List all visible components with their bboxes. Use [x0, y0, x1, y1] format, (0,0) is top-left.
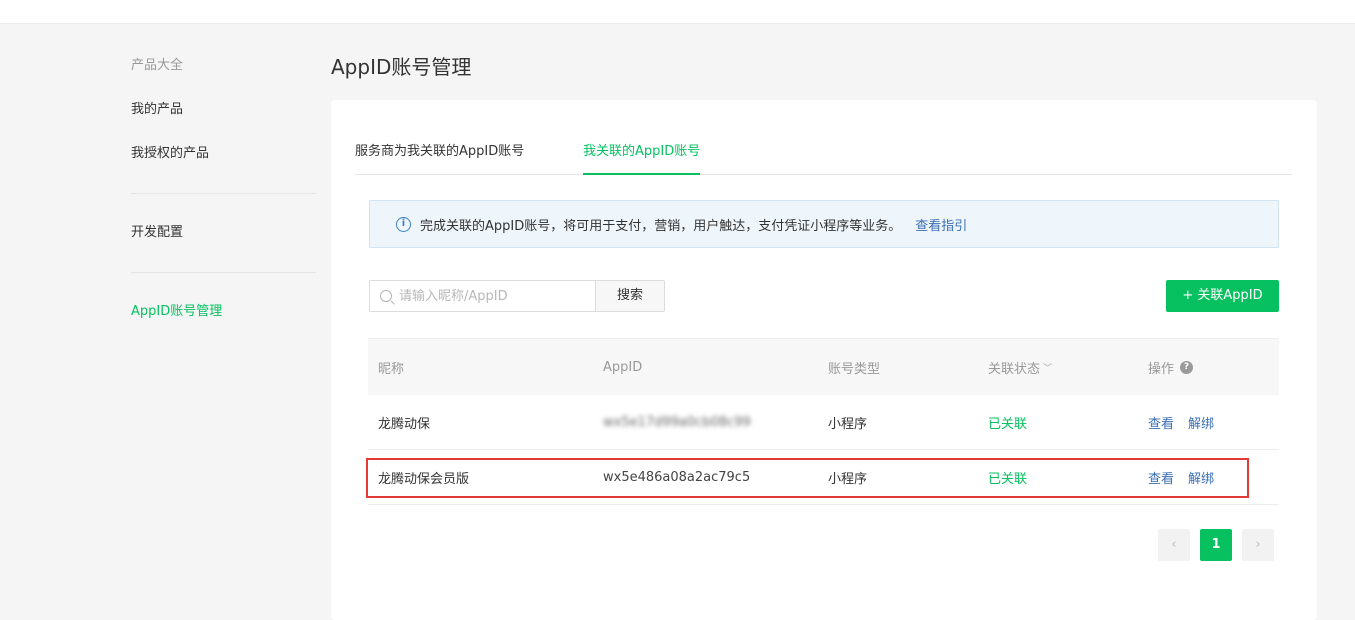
- row-appid-value: wx5e486a08a2ac79c5: [603, 469, 751, 485]
- header-status-sort[interactable]: 关联状态 ﹀: [988, 339, 1052, 395]
- notice-text: 完成关联的AppID账号，将可用于支付，营销，用户触达，支付凭证小程序等业务。: [420, 218, 902, 234]
- row-nickname: 龙腾动保: [378, 416, 431, 432]
- search-box: [369, 280, 596, 312]
- help-icon[interactable]: ?: [1180, 360, 1194, 374]
- header-status: 关联状态: [988, 361, 1041, 377]
- info-icon: i: [396, 216, 411, 232]
- search-button[interactable]: 搜索: [595, 280, 665, 312]
- search-icon: [380, 290, 392, 302]
- row-nickname: 龙腾动保会员版: [378, 471, 470, 487]
- sidebar-item-appid-management[interactable]: AppID账号管理: [131, 302, 316, 322]
- table-row: 龙腾动保会员版 wx5e486a08a2ac79c5 小程序 已关联 查看 解绑: [366, 450, 1279, 505]
- header-nickname: 昵称: [378, 361, 405, 377]
- table-header: 昵称 AppID 账号类型 关联状态 ﹀ 操作 ?: [368, 338, 1279, 395]
- tab-bar: 服务商为我关联的AppID账号 我关联的AppID账号: [355, 138, 1292, 175]
- row-ops: 查看 解绑: [1148, 395, 1228, 449]
- tab-my-linked[interactable]: 我关联的AppID账号: [583, 138, 701, 175]
- header-ops: 操作 ?: [1148, 339, 1194, 395]
- sidebar-item-my-products[interactable]: 我的产品: [131, 100, 316, 120]
- page-button-current[interactable]: 1: [1200, 529, 1232, 561]
- sidebar: 产品大全 我的产品 我授权的产品 开发配置 AppID账号管理: [131, 56, 316, 322]
- table-row: 龙腾动保 wx5e17d99a0cb08c99 小程序 已关联 查看 解绑: [368, 395, 1279, 450]
- row-type: 小程序: [828, 471, 868, 487]
- header-type: 账号类型: [828, 361, 881, 377]
- row-status: 已关联: [988, 416, 1028, 432]
- chevron-down-icon: ﹀: [1043, 363, 1053, 374]
- appid-table: 昵称 AppID 账号类型 关联状态 ﹀ 操作 ? 龙腾动保 wx5e17d99…: [366, 338, 1279, 505]
- sidebar-group-title: 产品大全: [131, 58, 184, 73]
- view-link[interactable]: 查看: [1148, 468, 1174, 487]
- row-ops: 查看 解绑: [1148, 450, 1228, 504]
- view-link[interactable]: 查看: [1148, 413, 1174, 432]
- header-ops-label: 操作: [1148, 361, 1175, 377]
- unbind-link[interactable]: 解绑: [1188, 468, 1214, 487]
- add-appid-button[interactable]: + 关联AppID: [1166, 280, 1279, 312]
- top-bar: [0, 0, 1355, 24]
- next-page-button[interactable]: ›: [1242, 529, 1274, 561]
- prev-page-button[interactable]: ‹: [1158, 529, 1190, 561]
- row-appid-value: wx5e17d99a0cb08c99: [603, 414, 751, 430]
- row-type: 小程序: [828, 416, 868, 432]
- header-appid: AppID: [603, 359, 643, 375]
- row-status: 已关联: [988, 471, 1028, 487]
- notice-banner: i 完成关联的AppID账号，将可用于支付，营销，用户触达，支付凭证小程序等业务…: [369, 200, 1279, 248]
- tab-provider-linked[interactable]: 服务商为我关联的AppID账号: [355, 138, 524, 175]
- unbind-link[interactable]: 解绑: [1188, 413, 1214, 432]
- main-card: 服务商为我关联的AppID账号 我关联的AppID账号 i 完成关联的AppID…: [331, 100, 1317, 620]
- row-appid: wx5e486a08a2ac79c5: [603, 450, 750, 504]
- sidebar-divider: [131, 272, 316, 273]
- sidebar-item-authorized-products[interactable]: 我授权的产品: [131, 144, 316, 164]
- highlight-box: [366, 458, 1249, 498]
- view-guide-link[interactable]: 查看指引: [915, 215, 967, 234]
- search-input[interactable]: [399, 288, 589, 304]
- pagination: ‹ 1 ›: [1158, 529, 1284, 561]
- row-appid: wx5e17d99a0cb08c99: [603, 395, 751, 449]
- sidebar-item-dev-config[interactable]: 开发配置: [131, 223, 316, 243]
- page-title: AppID账号管理: [331, 55, 472, 79]
- sidebar-divider: [131, 193, 316, 194]
